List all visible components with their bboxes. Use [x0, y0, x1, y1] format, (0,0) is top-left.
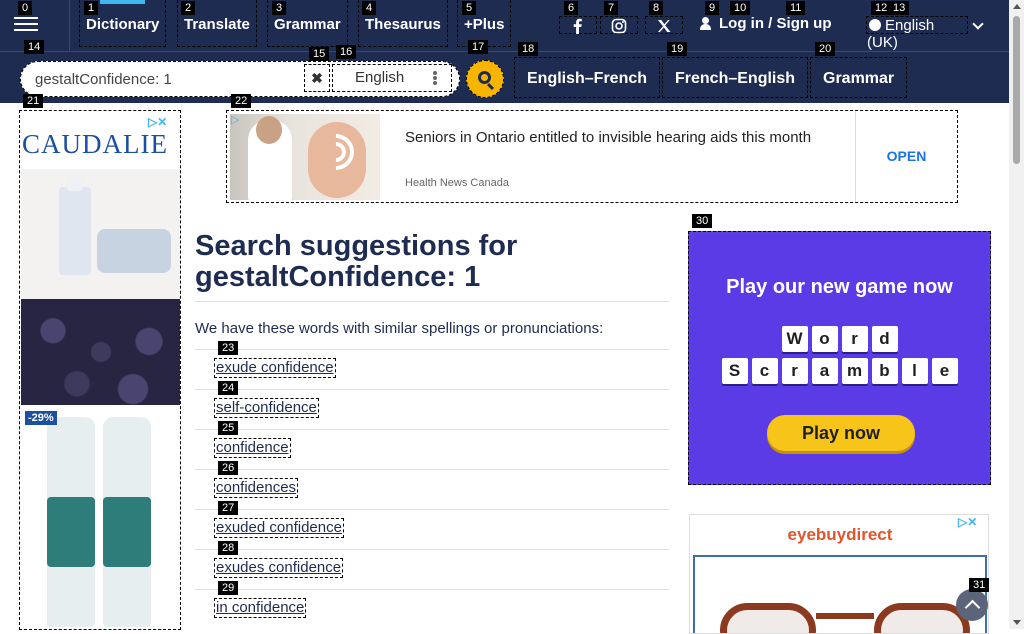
- word-tiles: Word: [691, 326, 988, 352]
- suggestion-link[interactable]: exude confidence: [214, 358, 336, 378]
- divider: [195, 429, 669, 430]
- search-language-select[interactable]: English: [332, 64, 452, 92]
- top-ad[interactable]: ▷ Seniors in Ontario entitled to invisib…: [226, 110, 958, 203]
- index-tag: 9: [705, 1, 720, 15]
- index-tag: 30: [692, 214, 713, 228]
- scroll-down-icon[interactable]: [1013, 620, 1021, 625]
- divider: [195, 389, 669, 390]
- signup-link[interactable]: Sign up: [777, 15, 832, 32]
- index-tag: 15: [309, 47, 330, 61]
- scramble-tiles: Scramble: [691, 358, 988, 384]
- ad-title: Seniors in Ontario entitled to invisible…: [405, 129, 812, 146]
- link-english-french[interactable]: English–French: [514, 57, 661, 98]
- scrollbar[interactable]: [1009, 0, 1024, 629]
- index-tag: 5: [462, 1, 477, 15]
- divider: [195, 509, 669, 510]
- index-tag: 20: [815, 42, 836, 56]
- scrollbar-thumb[interactable]: [1013, 16, 1020, 164]
- suggestion-link[interactable]: confidence: [214, 438, 291, 458]
- top-nav: Dictionary Translate Grammar Thesaurus +…: [0, 0, 1009, 52]
- facebook-icon[interactable]: [559, 16, 597, 34]
- search-language-label: English: [355, 69, 405, 86]
- index-tag: 19: [667, 42, 688, 56]
- index-tag: 28: [218, 541, 239, 555]
- index-tag: 22: [231, 94, 252, 108]
- adchoices-icon[interactable]: ▷: [231, 113, 239, 126]
- globe-icon: [869, 19, 881, 31]
- index-tag: 4: [362, 1, 377, 15]
- divider: [195, 469, 669, 470]
- suggestion-link[interactable]: exuded confidence: [214, 518, 344, 538]
- more-vertical-icon: [433, 71, 437, 85]
- suggestion-link[interactable]: self-confidence: [214, 398, 319, 418]
- index-tag: 13: [889, 1, 910, 15]
- link-french-english[interactable]: French–English: [662, 57, 809, 98]
- index-tag: 10: [730, 1, 751, 15]
- divider: [195, 301, 669, 302]
- page-title: Search suggestions for gestaltConfidence…: [195, 231, 669, 293]
- clear-search-button[interactable]: ✖: [304, 64, 330, 92]
- ad-open-button[interactable]: OPEN: [855, 111, 957, 202]
- index-tag: 8: [649, 1, 664, 15]
- index-tag: 25: [218, 421, 239, 435]
- index-tag: 18: [518, 42, 539, 56]
- x-icon[interactable]: [645, 16, 683, 34]
- login-separator: /: [768, 15, 773, 32]
- ad-brand: CAUDALIE: [22, 129, 168, 159]
- index-tag: 27: [218, 501, 239, 515]
- scroll-up-icon[interactable]: [1013, 4, 1021, 9]
- nav-divider: [69, 0, 70, 52]
- eyewear-brand: eyebuydirect: [787, 525, 893, 544]
- eyewear-image: [693, 555, 987, 633]
- divider: [195, 549, 669, 550]
- game-ad-title: Play our new game now: [726, 276, 953, 298]
- index-tag: 0: [18, 1, 33, 15]
- index-tag: 14: [24, 40, 45, 54]
- chevron-down-icon[interactable]: [972, 18, 984, 30]
- login-area: Log in / Sign up: [700, 15, 832, 32]
- play-now-button[interactable]: Play now: [767, 415, 915, 451]
- ad-image: [230, 114, 380, 200]
- search-button[interactable]: [466, 60, 504, 98]
- instagram-icon[interactable]: [600, 16, 638, 34]
- index-tag: 29: [218, 581, 239, 595]
- discount-badge: -29%: [25, 411, 57, 425]
- index-tag: 7: [604, 1, 619, 15]
- divider: [195, 589, 669, 590]
- index-tag: 6: [564, 1, 579, 15]
- language-selector[interactable]: English (UK): [866, 16, 968, 51]
- index-tag: 11: [786, 1, 806, 15]
- ad-source: Health News Canada: [405, 177, 509, 189]
- game-ad[interactable]: Play our new game now Word Scramble Play…: [688, 231, 991, 485]
- link-grammar[interactable]: Grammar: [810, 57, 908, 98]
- index-tag: 26: [218, 461, 239, 475]
- suggestion-link[interactable]: confidences: [214, 478, 299, 498]
- page-title-prefix: Search suggestions for: [195, 230, 518, 262]
- index-tag: 1: [84, 1, 99, 15]
- index-tag: 31: [969, 578, 990, 592]
- ad-product-image-2: [21, 407, 180, 629]
- left-ad[interactable]: ▷✕ CAUDALIE -29%: [19, 110, 181, 630]
- ad-product-image: [21, 169, 180, 405]
- index-tag: 23: [218, 341, 239, 355]
- search-input[interactable]: [35, 67, 305, 91]
- user-icon: [700, 17, 711, 30]
- suggestion-link[interactable]: in confidence: [214, 598, 307, 618]
- index-tag: 21: [23, 94, 44, 108]
- index-tag: 17: [468, 40, 489, 54]
- login-link[interactable]: Log in: [719, 15, 764, 32]
- suggestion-link[interactable]: exudes confidence: [214, 558, 344, 578]
- adchoices-icon[interactable]: ▷✕: [148, 115, 178, 129]
- index-tag: 2: [181, 1, 196, 15]
- menu-icon[interactable]: [14, 14, 38, 34]
- divider: [195, 349, 669, 350]
- eyewear-ad[interactable]: ▷✕ eyebuydirect: [689, 514, 989, 634]
- index-tag: 24: [218, 381, 239, 395]
- index-tag: 3: [272, 1, 287, 15]
- index-tag: 16: [336, 45, 357, 59]
- similar-text: We have these words with similar spellin…: [195, 320, 604, 337]
- scroll-to-top-button[interactable]: [956, 589, 988, 621]
- page-title-query: gestaltConfidence: 1: [195, 261, 481, 293]
